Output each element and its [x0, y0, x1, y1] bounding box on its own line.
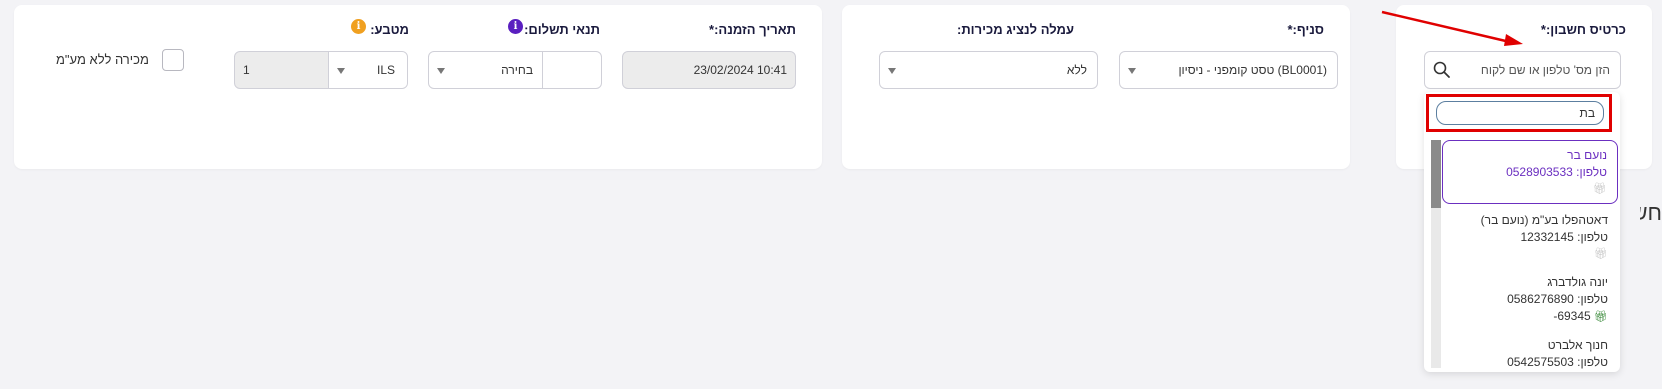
annotation-arrow	[1381, 10, 1523, 46]
customer-item[interactable]: חנוך אלברט טלפון: 0542575503	[1442, 337, 1618, 372]
customer-search-input[interactable]: הזן מס' טלפון או שם לקוח	[1424, 51, 1621, 89]
no-vat-label: מכירה ללא מע"מ	[56, 52, 149, 67]
sales-agent-value: ללא	[1066, 63, 1087, 77]
order-date-field: 23/02/2024 10:41	[622, 51, 796, 89]
customer-phone: טלפון: 0542575503	[1507, 355, 1608, 369]
payment-terms-label: תנאי תשלום:	[524, 22, 600, 37]
gift-icon: 🎁︎	[1593, 183, 1607, 195]
sales-agent-commission-label: עמלה לנציג מכירות:	[957, 22, 1074, 37]
sales-agent-select[interactable]: ללא	[879, 51, 1098, 89]
customer-name: דאטהפלו בע"מ (נועם בר)	[1480, 213, 1608, 227]
currency-label: מטבע:	[370, 22, 409, 37]
customer-name: חנוך אלברט	[1547, 338, 1608, 352]
payment-terms-value: בחירה	[501, 63, 533, 77]
chevron-down-icon	[1128, 68, 1136, 74]
no-vat-checkbox[interactable]	[162, 49, 184, 71]
gift-icon: 🎁︎	[1594, 311, 1608, 323]
gift-icon: 🎁︎	[1594, 248, 1608, 260]
customer-dropdown: נועם בר טלפון: 0528903533 🎁︎ דאטהפלו בע"…	[1424, 92, 1620, 372]
currency-select[interactable]: ILS	[328, 52, 407, 88]
currency-group: ILS 1	[234, 51, 408, 89]
customer-item[interactable]: נועם בר טלפון: 0528903533 🎁︎	[1442, 140, 1618, 204]
customer-name: יונה גולדברג	[1547, 275, 1608, 289]
payment-terms-select[interactable]: בחירה	[428, 51, 602, 89]
currency-value: ILS	[376, 63, 395, 77]
branch-label: סניף:*	[1287, 22, 1324, 37]
customer-phone: טלפון: 0528903533	[1506, 165, 1607, 179]
chevron-down-icon	[437, 68, 445, 74]
dropdown-filter-input[interactable]: בת	[1436, 101, 1604, 125]
branch-card: סניף:* טסט קומפני - ניסיון (BL0001) עמלה…	[842, 5, 1350, 169]
account-label: כרטיס חשבון:*	[1540, 22, 1626, 37]
chevron-down-icon	[337, 68, 345, 74]
dropdown-scrollbar-thumb[interactable]	[1431, 140, 1441, 208]
payment-terms-divider	[542, 52, 543, 88]
search-icon	[1433, 61, 1450, 78]
customer-phone: טלפון: 12332145	[1520, 230, 1608, 244]
customer-search-placeholder: הזן מס' טלפון או שם לקוח	[1480, 63, 1610, 77]
filter-value: בת	[1579, 106, 1595, 120]
customer-extra: 69345-	[1553, 309, 1591, 323]
branch-select[interactable]: טסט קומפני - ניסיון (BL0001)	[1119, 51, 1338, 89]
chevron-down-icon	[888, 68, 896, 74]
customer-item[interactable]: יונה גולדברג טלפון: 0586276890 🎁︎ 69345-	[1442, 274, 1618, 330]
customer-phone: טלפון: 0586276890	[1507, 292, 1608, 306]
branch-value: טסט קומפני - ניסיון (BL0001)	[1178, 63, 1327, 77]
order-date-label: תאריך הזמנה:*	[709, 22, 796, 37]
customer-item[interactable]: דאטהפלו בע"מ (נועם בר) טלפון: 12332145 🎁…	[1442, 212, 1618, 268]
partial-heading: חש	[1640, 200, 1662, 225]
exchange-rate-value: 1	[243, 63, 250, 77]
currency-info-icon[interactable]: i	[351, 19, 366, 34]
order-details-card: תאריך הזמנה:* 23/02/2024 10:41 תנאי תשלו…	[14, 5, 822, 169]
payment-terms-info-icon[interactable]: i	[508, 19, 523, 34]
customer-name: נועם בר	[1567, 148, 1607, 162]
